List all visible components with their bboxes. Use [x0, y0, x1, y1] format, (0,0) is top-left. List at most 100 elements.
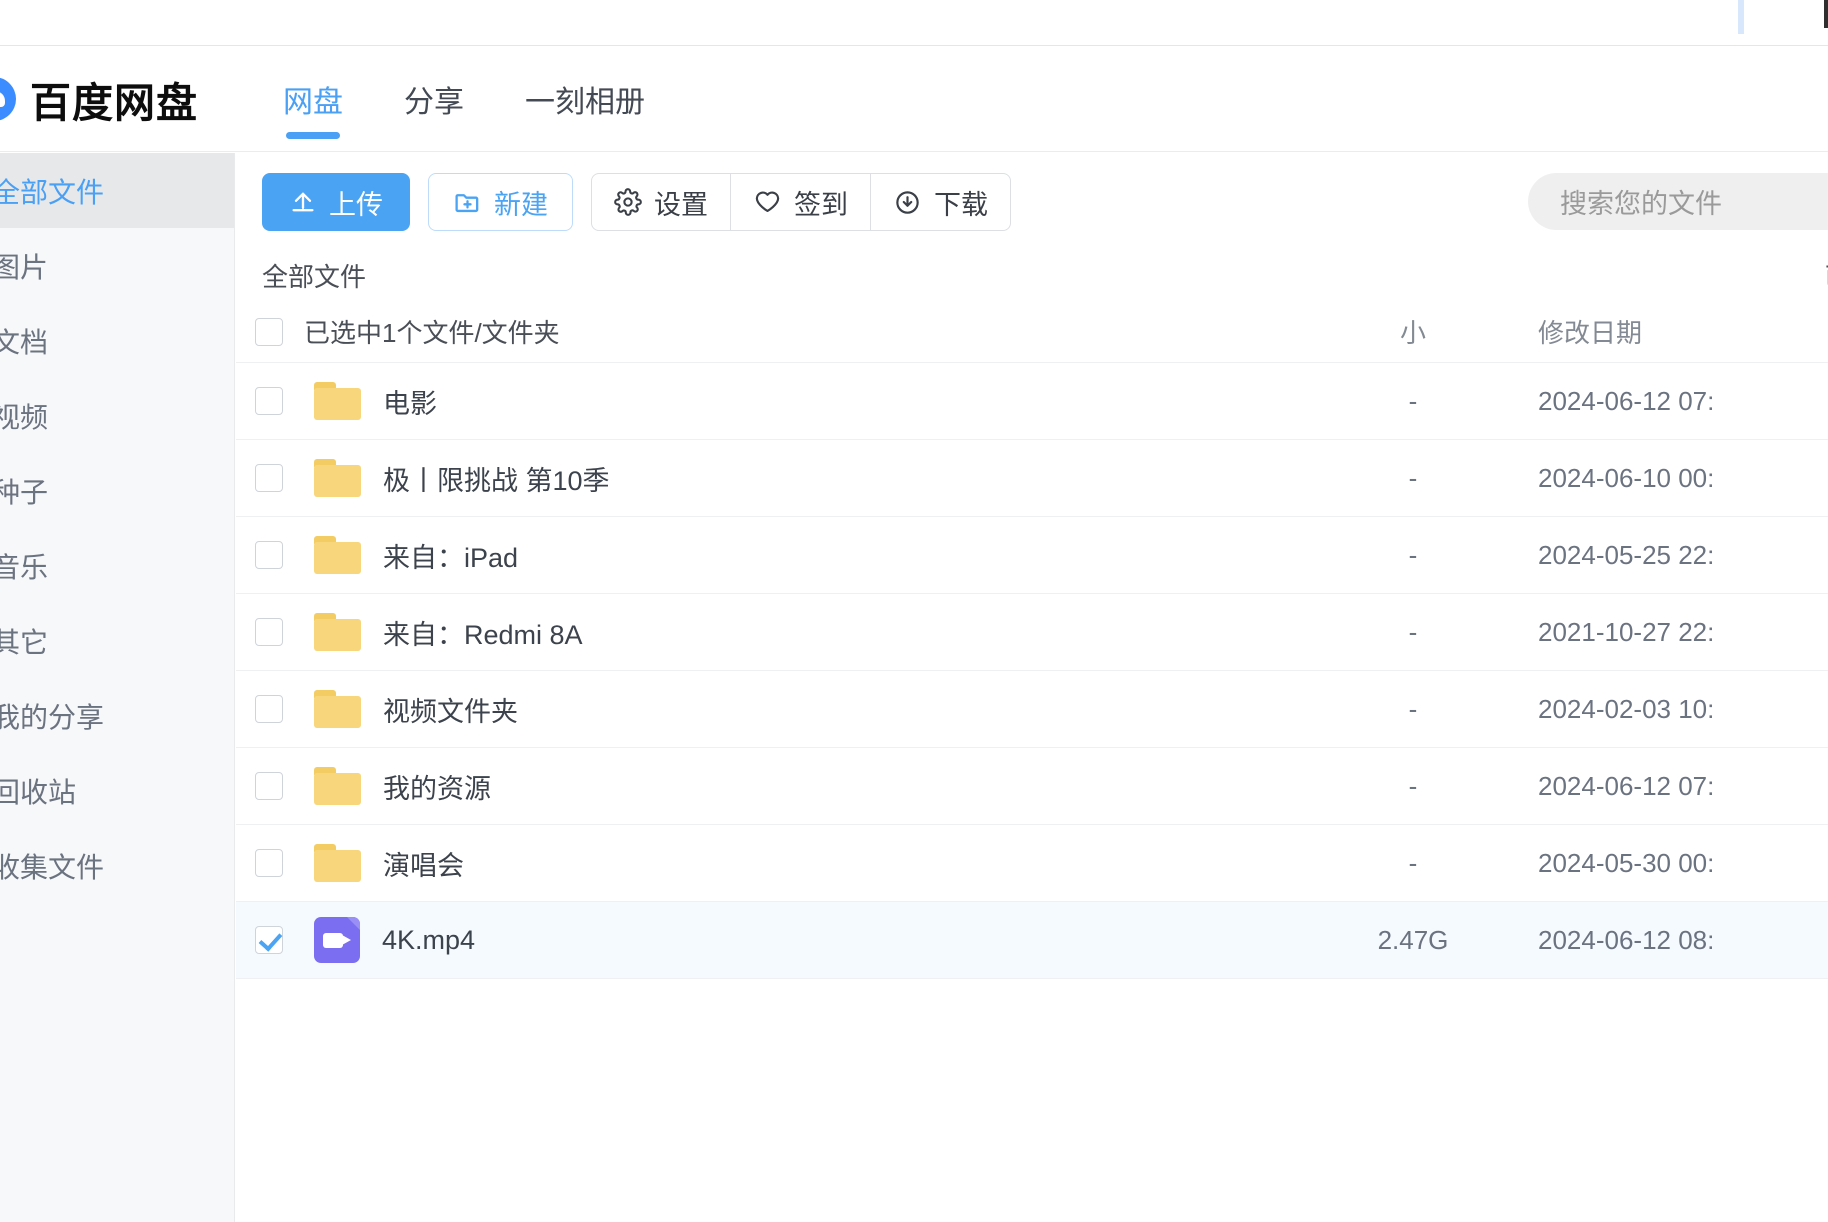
table-row[interactable]: 演唱会 - 2024-05-30 00: — [236, 825, 1828, 902]
row-checkbox[interactable] — [255, 849, 283, 877]
table-row[interactable]: 来自：iPad - 2024-05-25 22: — [236, 517, 1828, 594]
row-checkbox-cell — [236, 541, 302, 569]
row-checkbox[interactable] — [255, 772, 283, 800]
sidebar-item-documents[interactable]: 文档 — [0, 303, 234, 378]
sidebar-item-collect-files[interactable]: 收集文件 — [0, 828, 234, 903]
sidebar-item-music[interactable]: 音乐 — [0, 528, 234, 603]
baidu-netdisk-window: 百度网盘 网盘 分享 一刻相册 全部文件 图片 文档 视频 种子 音乐 其它 我… — [0, 0, 1828, 1222]
table-row[interactable]: 我的资源 - 2024-06-12 07: — [236, 748, 1828, 825]
row-name-cell: 我的资源 — [302, 767, 1288, 806]
tab-share[interactable]: 分享 — [404, 77, 464, 145]
row-checkbox-cell — [236, 849, 302, 877]
sidebar-item-label: 文档 — [0, 326, 49, 358]
sidebar-item-label: 全部文件 — [0, 176, 105, 208]
file-date: 2021-10-27 22: — [1538, 616, 1715, 647]
video-file-icon — [314, 917, 360, 963]
folder-icon — [314, 459, 361, 497]
row-checkbox[interactable] — [255, 618, 283, 646]
sidebar-item-label: 视频 — [0, 401, 49, 433]
sidebar-item-videos[interactable]: 视频 — [0, 378, 234, 453]
new-folder-button[interactable]: 新建 — [428, 173, 573, 231]
file-date: 2024-05-30 00: — [1538, 847, 1715, 878]
table-row[interactable]: 视频文件夹 - 2024-02-03 10: — [236, 671, 1828, 748]
table-row[interactable]: 极丨限挑战 第10季 - 2024-06-10 00: — [236, 440, 1828, 517]
file-date: 2024-06-12 08: — [1538, 924, 1715, 955]
folder-icon — [314, 536, 361, 574]
table-row[interactable]: 来自：Redmi 8A - 2021-10-27 22: — [236, 594, 1828, 671]
row-checkbox[interactable] — [255, 387, 283, 415]
checkin-button[interactable]: 签到 — [731, 174, 871, 230]
sidebar-item-pictures[interactable]: 图片 — [0, 228, 234, 303]
file-size: - — [1408, 539, 1418, 570]
row-name-cell: 来自：Redmi 8A — [302, 613, 1288, 652]
table-row[interactable]: 电影 - 2024-06-12 07: — [236, 363, 1828, 440]
download-button[interactable]: 下载 — [871, 174, 1010, 230]
row-checkbox[interactable] — [255, 464, 283, 492]
download-cloud-icon — [893, 188, 922, 217]
column-header-date[interactable]: 修改日期 — [1538, 313, 1828, 350]
breadcrumb[interactable]: 全部文件 — [262, 257, 366, 294]
sidebar-item-label: 收集文件 — [0, 851, 105, 883]
file-size: - — [1408, 693, 1418, 724]
secondary-actions-group: 设置 签到 下载 — [591, 173, 1011, 231]
file-name[interactable]: 4K.mp4 — [382, 925, 475, 956]
file-name[interactable]: 视频文件夹 — [383, 690, 518, 729]
table-row[interactable]: 4K.mp4 2.47G 2024-06-12 08: — [236, 902, 1828, 979]
chrome-tab-indicator — [1738, 0, 1744, 34]
brand-logo[interactable]: 百度网盘 — [0, 69, 198, 129]
file-date: 2024-06-10 00: — [1538, 462, 1715, 493]
file-name[interactable]: 来自：iPad — [383, 536, 518, 575]
settings-button[interactable]: 设置 — [592, 174, 731, 230]
sidebar-item-label: 图片 — [0, 251, 49, 283]
row-checkbox-cell — [236, 926, 302, 954]
select-all-checkbox[interactable] — [255, 317, 283, 346]
sidebar-item-label: 种子 — [0, 476, 49, 508]
upload-button[interactable]: 上传 — [262, 173, 410, 231]
browser-chrome-strip — [0, 0, 1828, 46]
file-size: - — [1408, 462, 1418, 493]
chrome-edge-marker — [1824, 0, 1828, 28]
sidebar-item-label: 音乐 — [0, 551, 49, 583]
sidebar-item-label: 我的分享 — [0, 701, 105, 733]
sidebar-item-others[interactable]: 其它 — [0, 603, 234, 678]
file-name[interactable]: 来自：Redmi 8A — [383, 613, 583, 652]
select-all-cell — [236, 317, 302, 346]
action-toolbar: 上传 新建 设置 签到 下载 搜索您的文件 — [236, 153, 1828, 251]
file-size: - — [1408, 847, 1418, 878]
new-folder-icon — [453, 188, 482, 217]
tab-netdisk[interactable]: 网盘 — [283, 77, 343, 145]
column-header-size[interactable]: 小 — [1288, 313, 1538, 350]
sidebar-item-recycle-bin[interactable]: 回收站 — [0, 753, 234, 828]
folder-icon — [314, 382, 361, 420]
file-date: 2024-06-12 07: — [1538, 385, 1715, 416]
file-name[interactable]: 演唱会 — [383, 844, 464, 883]
row-name-cell: 电影 — [302, 382, 1288, 421]
file-size: - — [1408, 385, 1418, 416]
search-input[interactable]: 搜索您的文件 — [1528, 173, 1828, 230]
sidebar-item-my-shares[interactable]: 我的分享 — [0, 678, 234, 753]
new-folder-label: 新建 — [494, 189, 548, 220]
sidebar-item-label: 其它 — [0, 626, 49, 658]
row-name-cell: 极丨限挑战 第10季 — [302, 459, 1288, 498]
baidu-cloud-logo-icon — [0, 77, 16, 121]
row-checkbox[interactable] — [255, 541, 283, 569]
row-name-cell: 4K.mp4 — [302, 917, 1288, 963]
sidebar: 全部文件 图片 文档 视频 种子 音乐 其它 我的分享 回收站 收集文件 — [0, 153, 235, 1222]
breadcrumb-right-text: 已 — [1824, 257, 1828, 294]
row-checkbox[interactable] — [255, 926, 283, 954]
main-content: 上传 新建 设置 签到 下载 搜索您的文件 全部文件 已选中1个文件/文件夹 小… — [236, 153, 1828, 1222]
sidebar-item-torrents[interactable]: 种子 — [0, 453, 234, 528]
sidebar-item-all-files[interactable]: 全部文件 — [0, 153, 234, 228]
brand-name: 百度网盘 — [30, 80, 198, 126]
download-label: 下载 — [934, 189, 988, 220]
sidebar-item-label: 回收站 — [0, 776, 77, 808]
row-name-cell: 视频文件夹 — [302, 690, 1288, 729]
file-date: 2024-05-25 22: — [1538, 539, 1715, 570]
file-name[interactable]: 电影 — [383, 382, 437, 421]
tab-moment-album[interactable]: 一刻相册 — [525, 77, 645, 145]
file-name[interactable]: 我的资源 — [383, 767, 491, 806]
row-checkbox[interactable] — [255, 695, 283, 723]
file-name[interactable]: 极丨限挑战 第10季 — [383, 459, 610, 498]
row-checkbox-cell — [236, 618, 302, 646]
row-name-cell: 演唱会 — [302, 844, 1288, 883]
